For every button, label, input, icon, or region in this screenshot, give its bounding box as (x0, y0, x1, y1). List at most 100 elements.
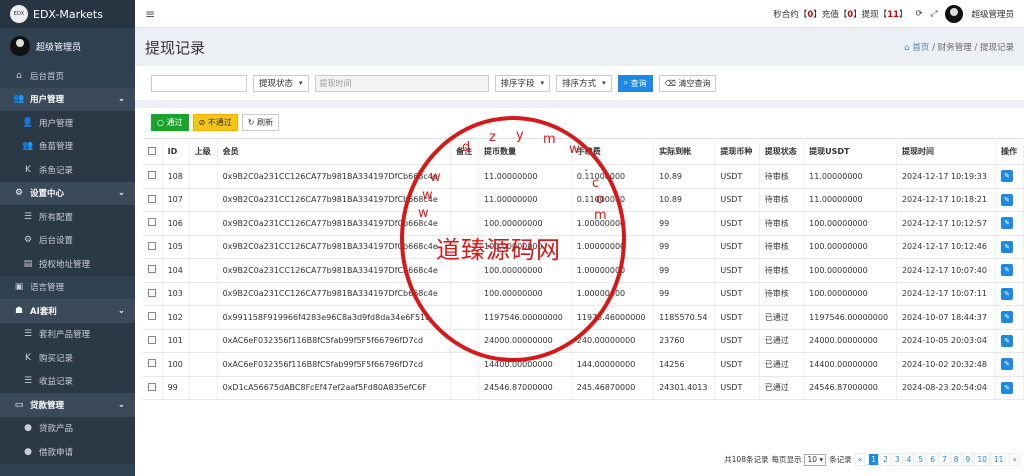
edit-icon[interactable]: ✎ (1001, 334, 1014, 347)
search-icon: ⌕ (623, 78, 631, 87)
table-cell: 1185570.54 (653, 305, 716, 330)
topbar-user-name[interactable]: 超级管理员 (971, 8, 1014, 20)
sidebar-item-2[interactable]: 👤 用户管理 (0, 111, 135, 135)
sort-mode-select[interactable]: 排序方式 (556, 74, 612, 92)
page-link[interactable]: 1 (868, 453, 880, 466)
sidebar-item-9[interactable]: ▣ 语言管理 (0, 276, 135, 300)
edit-icon[interactable]: ✎ (1001, 193, 1014, 206)
row-checkbox[interactable] (148, 335, 156, 344)
approve-button[interactable]: ○ 通过 (151, 113, 189, 131)
table-cell: 0x9B2C0a231CC126CA77b981BA334197DfCb668c… (217, 282, 452, 306)
sidebar-item-label: 借款申请 (39, 447, 74, 458)
row-checkbox[interactable] (148, 265, 156, 274)
table-cell (189, 352, 218, 377)
table-cell: 105 (162, 235, 190, 259)
brand[interactable]: EDX EDX-Markets (0, 0, 135, 28)
sidebar-item-14[interactable]: ▭ 贷款管理 ⌄ (0, 393, 135, 417)
page-link[interactable]: 3 (891, 453, 903, 466)
select-all-checkbox[interactable] (148, 146, 156, 155)
page-link[interactable]: 10 (974, 453, 990, 466)
page-link[interactable]: 5 (915, 453, 927, 466)
table-cell: 24000.00000000 (478, 329, 572, 353)
table-cell: 99 (653, 211, 716, 236)
page-link[interactable]: 4 (903, 453, 915, 466)
row-checkbox[interactable] (148, 194, 156, 203)
table-cell (450, 376, 479, 400)
money-icon: ▭ (14, 399, 24, 410)
page-link[interactable]: 8 (950, 453, 962, 466)
table-cell: USDT (714, 305, 760, 330)
query-button[interactable]: ⌕ 查询 (617, 74, 653, 92)
row-checkbox[interactable] (148, 218, 156, 227)
sidebar-item-7[interactable]: ⚙ 后台设置 (0, 228, 135, 252)
table-cell (189, 329, 218, 353)
table-row: 105 0x9B2C0a231CC126CA77b981BA334197DfCb6… (143, 235, 1024, 259)
row-checkbox[interactable] (148, 382, 156, 391)
sidebar-item-8[interactable]: ▤ 授权地址管理 (0, 252, 135, 276)
next-page[interactable]: » (1009, 453, 1020, 466)
refresh-icon[interactable]: ⟳ (916, 9, 923, 19)
column-header: 手续费 (571, 138, 655, 165)
page-link[interactable]: 7 (938, 453, 950, 466)
table-cell: 100.00000000 (803, 282, 897, 306)
sort-field-select[interactable]: 排序字段 (494, 74, 551, 92)
avatar[interactable] (945, 4, 964, 23)
sidebar-item-16[interactable]: ● 借款申请 (0, 440, 135, 464)
sidebar-item-5[interactable]: ⚙ 设置中心 ⌄ (0, 181, 135, 205)
withdraw-table: ID 上级 会员 备注 提币数量 手续费 实际到帐 提现币种 提现状态 提现USDT 提现时间 操作 … (143, 138, 1024, 400)
edit-icon[interactable]: ✎ (1001, 240, 1014, 253)
edit-icon[interactable]: ✎ (1001, 358, 1014, 371)
edit-icon[interactable]: ✎ (1001, 381, 1014, 394)
page-link[interactable]: 6 (927, 453, 938, 466)
status-select[interactable]: 提现状态 (253, 74, 309, 92)
page-size-select[interactable]: 10 ▾ (804, 453, 827, 466)
table-cell: 待审核 (759, 258, 805, 283)
refresh-button[interactable]: ↻ 刷新 (241, 113, 280, 131)
table-cell: USDT (714, 164, 760, 189)
sidebar-item-6[interactable]: ☰ 所有配置 (0, 205, 135, 229)
fullscreen-icon[interactable]: ⤢ (931, 9, 938, 19)
chevron-down-icon: ⌄ (117, 188, 125, 199)
sidebar-item-label: 后台首页 (30, 71, 65, 82)
clear-query-button[interactable]: ⌫ 清空查询 (658, 74, 717, 92)
time-input[interactable]: 提现时间 (314, 74, 489, 92)
breadcrumb-home[interactable]: ⌂ 首页 (904, 43, 929, 53)
search-input[interactable] (151, 74, 247, 92)
edit-icon[interactable]: ✎ (1001, 287, 1014, 300)
menu-toggle-icon[interactable]: ≡ (145, 7, 155, 21)
table-cell (189, 235, 218, 259)
edit-icon[interactable]: ✎ (1001, 311, 1014, 324)
table-cell (189, 258, 218, 283)
row-checkbox[interactable] (148, 312, 156, 321)
table-cell: 2024-08-23 20:54:04 (896, 376, 997, 400)
notification-counts[interactable]: 秒合约【0】充值【0】提现【11】 (773, 8, 907, 20)
sidebar-item-label: AI套利 (30, 306, 57, 317)
edit-icon[interactable]: ✎ (1001, 170, 1014, 183)
sidebar-item-0[interactable]: ⌂ 后台首页 (0, 64, 135, 88)
table-cell: 245.46870000 (571, 376, 655, 400)
row-checkbox[interactable] (148, 241, 156, 250)
row-checkbox[interactable] (148, 288, 156, 297)
sidebar-item-13[interactable]: ☰ 收益记录 (0, 369, 135, 393)
row-checkbox[interactable] (148, 171, 156, 180)
row-checkbox[interactable] (148, 359, 156, 368)
sidebar-item-12[interactable]: K 购买记录 (0, 346, 135, 370)
table-cell: 11975.46000000 (571, 305, 655, 330)
table-cell: 0.11000000 (571, 164, 655, 189)
edit-icon[interactable]: ✎ (1001, 217, 1014, 230)
prev-page[interactable]: « (854, 453, 866, 466)
reject-button[interactable]: ⊘ 不通过 (192, 113, 238, 131)
page-link[interactable]: 2 (880, 453, 891, 466)
table-cell: 101 (162, 329, 190, 353)
sidebar-item-1[interactable]: 👥 用户管理 ⌄ (0, 87, 135, 111)
sidebar-item-4[interactable]: K 杀鱼记录 (0, 158, 135, 182)
sidebar-item-11[interactable]: ☰ 套利产品管理 (0, 322, 135, 346)
page-link[interactable]: 11 (990, 453, 1007, 466)
breadcrumb-finance[interactable]: 财务管理 (938, 43, 972, 53)
sidebar-item-3[interactable]: 👥 鱼苗管理 (0, 134, 135, 158)
table-cell (450, 258, 479, 283)
edit-icon[interactable]: ✎ (1001, 264, 1014, 277)
sidebar-item-10[interactable]: ☗ AI套利 ⌄ (0, 299, 135, 323)
page-link[interactable]: 9 (962, 453, 974, 466)
sidebar-item-15[interactable]: ● 贷款产品 (0, 416, 135, 440)
